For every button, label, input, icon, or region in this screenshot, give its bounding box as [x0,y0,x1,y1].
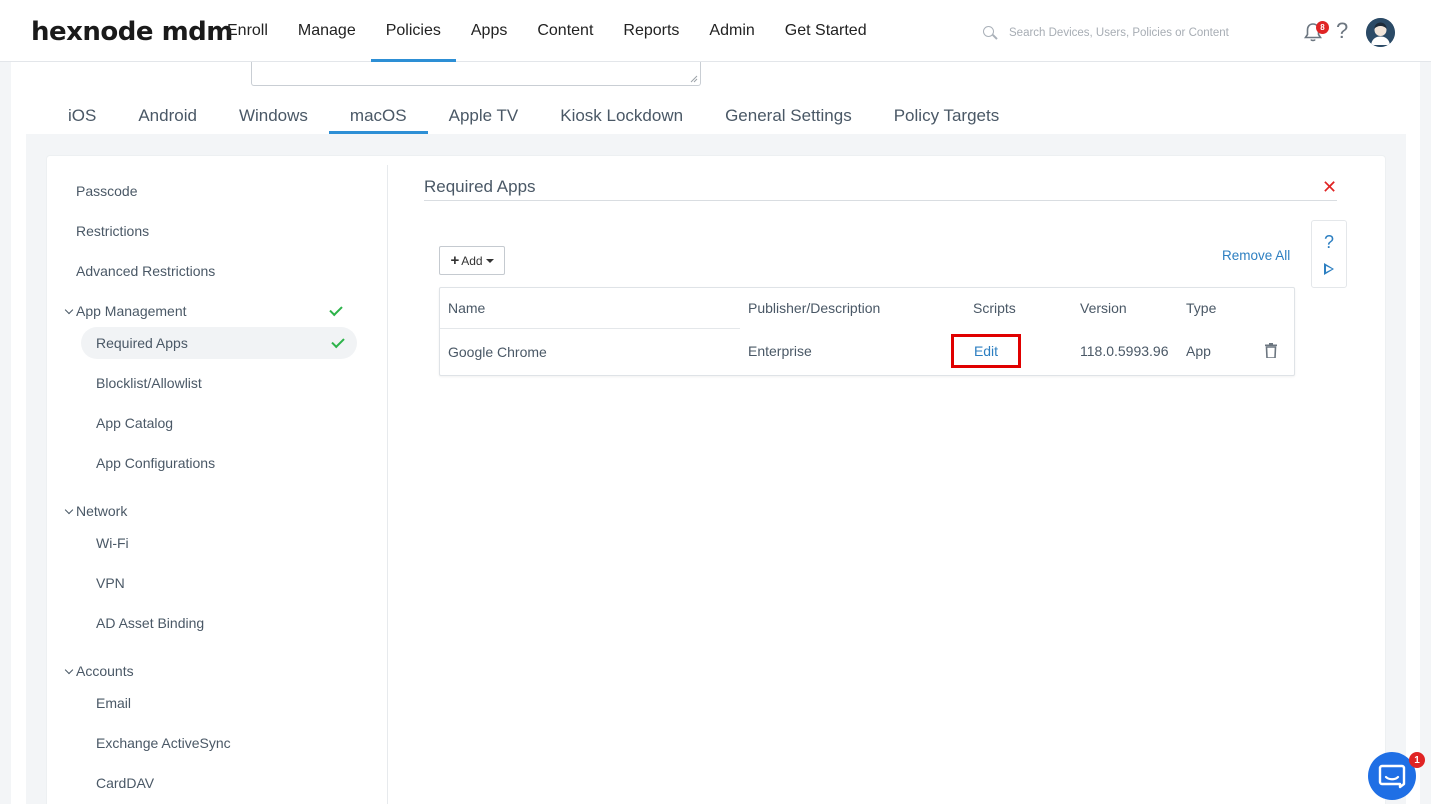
tab-android[interactable]: Android [117,98,218,134]
caret-down-icon [485,258,494,263]
sidebar-item-vpn[interactable]: VPN [96,575,125,591]
sidebar-item-blocklist-allowlist[interactable]: Blocklist/Allowlist [96,375,202,391]
section-title: Required Apps [424,177,536,196]
remove-all-link[interactable]: Remove All [1222,248,1290,263]
chat-unread-badge: 1 [1409,752,1425,768]
nav-apps[interactable]: Apps [456,0,522,62]
play-tutorial-icon[interactable] [1324,263,1334,275]
trash-icon[interactable] [1265,343,1277,358]
nav-enroll[interactable]: Enroll [212,0,283,62]
tab-macos[interactable]: macOS [328,98,428,134]
tab-policy-targets[interactable]: Policy Targets [873,98,1021,134]
sidebar-item-exchange-activesync[interactable]: Exchange ActiveSync [96,735,231,751]
help-icon[interactable]: ? [1324,232,1334,253]
required-apps-table: Name Publisher/Description Scripts Versi… [439,287,1295,376]
sidebar-item-app-configurations[interactable]: App Configurations [96,455,215,471]
tab-apple-tv[interactable]: Apple TV [428,98,540,134]
sidebar-item-restrictions[interactable]: Restrictions [76,223,149,239]
nav-admin[interactable]: Admin [694,0,769,62]
nav-get-started[interactable]: Get Started [770,0,882,62]
cell-version: 118.0.5993.96 [1080,343,1169,359]
notification-count-badge: 8 [1316,21,1329,34]
column-header-scripts: Scripts [973,300,1016,316]
side-tools: ? [1311,220,1347,288]
sidebar-item-carddav[interactable]: CardDAV [96,775,154,791]
plus-icon: + [450,252,460,269]
nav-policies[interactable]: Policies [370,0,457,62]
tab-kiosk-lockdown[interactable]: Kiosk Lockdown [539,98,704,134]
column-header-name: Name [448,300,486,316]
sidebar-group-label: App Management [76,303,187,319]
nav-reports[interactable]: Reports [608,0,694,62]
title-divider [424,200,1337,201]
sidebar-item-wifi[interactable]: Wi-Fi [96,535,129,551]
sidebar-group-app-management[interactable]: App Management [64,303,187,319]
edit-scripts-button[interactable]: Edit [951,334,1021,368]
tab-ios[interactable]: iOS [47,98,117,134]
column-header-version: Version [1080,300,1127,316]
search-input[interactable] [1009,27,1249,39]
policy-description-textarea[interactable] [251,62,701,86]
sidebar-item-required-apps[interactable]: Required Apps [96,335,188,351]
main-nav: Enroll Manage Policies Apps Content Repo… [212,0,882,62]
top-navigation-bar: hexnode mdm Enroll Manage Policies Apps … [0,0,1431,62]
platform-tabs: iOS Android Windows macOS Apple TV Kiosk… [47,98,1020,134]
sidebar-item-passcode[interactable]: Passcode [76,183,137,199]
sidebar-item-ad-asset-binding[interactable]: AD Asset Binding [96,615,204,631]
cell-type: App [1186,343,1211,359]
nav-manage[interactable]: Manage [283,0,371,62]
tab-general-settings[interactable]: General Settings [704,98,873,134]
close-icon[interactable]: ✕ [1322,178,1337,196]
column-header-publisher: Publisher/Description [748,300,881,316]
sidebar-group-accounts[interactable]: Accounts [64,663,134,679]
global-search [983,20,1253,46]
user-avatar[interactable] [1366,18,1395,47]
sidebar-item-app-catalog[interactable]: App Catalog [96,415,173,431]
sidebar-group-network[interactable]: Network [64,503,128,519]
nav-content[interactable]: Content [522,0,608,62]
cell-publisher: Enterprise [748,343,812,359]
resize-grip-icon[interactable] [690,75,698,83]
column-header-type: Type [1186,300,1217,316]
sidebar-group-label: Network [76,503,128,519]
header-divider [440,328,740,329]
sidebar-item-advanced-restrictions[interactable]: Advanced Restrictions [76,263,215,279]
tab-windows[interactable]: Windows [218,98,329,134]
add-app-button[interactable]: + Add [439,246,505,275]
hexnode-logo[interactable]: hexnode mdm [31,17,233,47]
add-button-label: Add [461,253,483,268]
cell-app-name: Google Chrome [448,344,547,360]
help-icon[interactable]: ? [1336,18,1348,44]
chevron-down-icon [64,505,74,514]
chevron-down-icon [64,305,74,314]
search-icon[interactable] [983,26,997,40]
sidebar-item-email[interactable]: Email [96,695,131,711]
chevron-down-icon [64,665,74,674]
sidebar-group-label: Accounts [76,663,134,679]
